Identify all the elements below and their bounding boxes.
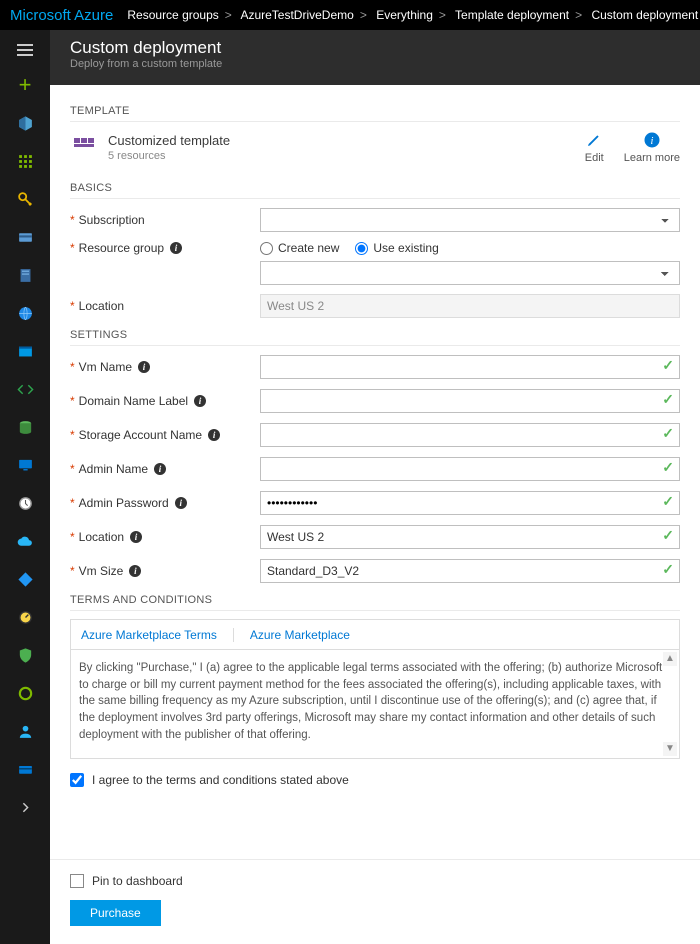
learn-more-button[interactable]: i Learn more [624, 130, 680, 164]
database-icon[interactable] [0, 408, 50, 446]
agree-label: I agree to the terms and conditions stat… [92, 773, 349, 787]
globe-icon[interactable] [0, 294, 50, 332]
domain-name-label-input[interactable] [260, 389, 680, 413]
section-basics: BASICS [70, 182, 680, 199]
gauge-icon[interactable] [0, 598, 50, 636]
terms-tabs: Azure Marketplace Terms Azure Marketplac… [70, 619, 680, 649]
diamond-icon[interactable] [0, 560, 50, 598]
section-settings: SETTINGS [70, 329, 680, 346]
scroll-up-icon[interactable]: ▲ [663, 652, 677, 666]
pencil-icon [585, 130, 604, 150]
creditcard-icon[interactable] [0, 750, 50, 788]
chevron-right-icon[interactable] [0, 788, 50, 826]
storage-account-name-input[interactable] [260, 423, 680, 447]
code-icon[interactable] [0, 370, 50, 408]
scroll-down-icon[interactable]: ▼ [663, 742, 677, 756]
info-icon[interactable]: i [129, 565, 141, 577]
section-terms: TERMS AND CONDITIONS [70, 594, 680, 611]
pin-dashboard-label: Pin to dashboard [92, 874, 183, 888]
edit-template-button[interactable]: Edit [585, 130, 604, 164]
storage-account-name-label: *Storage Account Namei [70, 428, 260, 442]
template-subtitle: 5 resources [108, 150, 585, 162]
admin-password-input[interactable] [260, 491, 680, 515]
breadcrumb-item[interactable]: Resource groups [127, 8, 218, 22]
template-name: Customized template [108, 133, 585, 148]
admin-name-label: *Admin Namei [70, 462, 260, 476]
info-icon[interactable]: i [130, 531, 142, 543]
terms-tab-marketplace[interactable]: Azure Marketplace [248, 626, 352, 649]
vm-name-label: *Vm Namei [70, 360, 260, 374]
info-icon[interactable]: i [170, 242, 182, 254]
clock-icon[interactable] [0, 484, 50, 522]
resource-group-label: *Resource groupi [70, 241, 260, 255]
circle-icon[interactable] [0, 674, 50, 712]
vm-size-input[interactable]: Standard_D3_V2 [260, 559, 680, 583]
svg-text:i: i [650, 136, 653, 147]
new-resource-icon[interactable]: + [0, 66, 50, 104]
settings-location-label: *Locationi [70, 530, 260, 544]
menu-toggle-icon[interactable] [0, 34, 50, 66]
blade-title: Custom deployment [70, 38, 680, 58]
breadcrumb-item[interactable]: Template deployment [455, 8, 569, 22]
brand-logo[interactable]: Microsoft Azure [10, 7, 113, 24]
left-nav: + [0, 30, 50, 944]
breadcrumb: Resource groups> AzureTestDriveDemo> Eve… [127, 8, 698, 22]
subscription-select[interactable] [260, 208, 680, 232]
admin-password-label: *Admin Passwordi [70, 496, 260, 510]
breadcrumb-item[interactable]: Custom deployment [591, 8, 698, 22]
resource-group-select[interactable] [260, 261, 680, 285]
vm-size-label: *Vm Sizei [70, 564, 260, 578]
window-icon[interactable] [0, 332, 50, 370]
grid-icon[interactable] [0, 142, 50, 180]
monitor-icon[interactable] [0, 446, 50, 484]
info-icon[interactable]: i [175, 497, 187, 509]
section-template: TEMPLATE [70, 105, 680, 122]
key-icon[interactable] [0, 180, 50, 218]
agree-checkbox[interactable] [70, 773, 84, 787]
purchase-button[interactable]: Purchase [70, 900, 161, 926]
cloud-icon[interactable] [0, 522, 50, 560]
vm-name-input[interactable] [260, 355, 680, 379]
breadcrumb-item[interactable]: Everything [376, 8, 433, 22]
settings-location-input[interactable]: West US 2 [260, 525, 680, 549]
terms-body: By clicking "Purchase," I (a) agree to t… [70, 649, 680, 759]
server-icon[interactable] [0, 256, 50, 294]
terms-scrollbar[interactable]: ▲ ▼ [663, 652, 677, 756]
shield-icon[interactable] [0, 636, 50, 674]
domain-name-label-label: *Domain Name Labeli [70, 394, 260, 408]
top-bar: Microsoft Azure Resource groups> AzureTe… [0, 0, 700, 30]
subscription-label: *Subscription [70, 213, 260, 227]
breadcrumb-item[interactable]: AzureTestDriveDemo [240, 8, 353, 22]
location-label: *Location [70, 299, 260, 313]
info-icon: i [624, 130, 680, 150]
info-icon[interactable]: i [138, 361, 150, 373]
pin-dashboard-checkbox[interactable] [70, 874, 84, 888]
person-icon[interactable] [0, 712, 50, 750]
info-icon[interactable]: i [208, 429, 220, 441]
info-icon[interactable]: i [154, 463, 166, 475]
template-icon [70, 133, 98, 161]
rg-use-existing-radio[interactable]: Use existing [355, 241, 438, 255]
rg-create-new-radio[interactable]: Create new [260, 241, 339, 255]
cube-icon[interactable] [0, 104, 50, 142]
terms-tab-marketplace-terms[interactable]: Azure Marketplace Terms [79, 626, 219, 649]
admin-name-input[interactable] [260, 457, 680, 481]
card-icon[interactable] [0, 218, 50, 256]
blade-subtitle: Deploy from a custom template [70, 58, 680, 70]
info-icon[interactable]: i [194, 395, 206, 407]
blade-header: Custom deployment Deploy from a custom t… [50, 30, 700, 85]
location-select: West US 2 [260, 294, 680, 318]
